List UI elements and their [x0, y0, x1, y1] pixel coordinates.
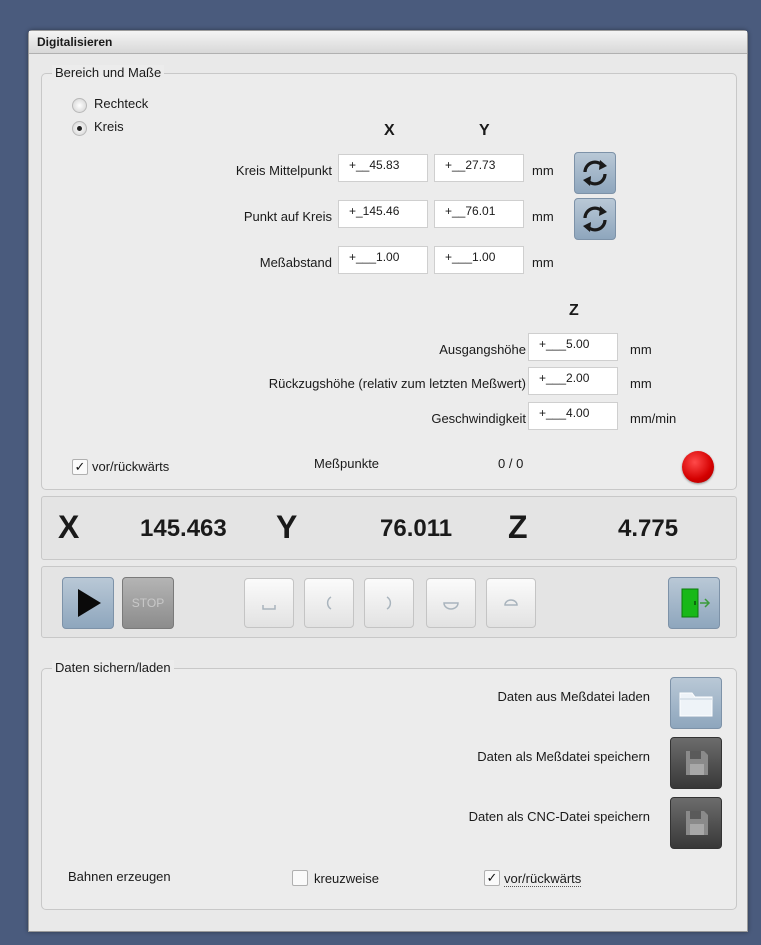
- folder-icon: [679, 692, 713, 717]
- save-cnc-file-label: Daten als CNC-Datei speichern: [468, 809, 650, 824]
- area-dimensions-group: Bereich und Maße Rechteck Kreis X Y Krei…: [41, 65, 737, 490]
- edge-bottom-button[interactable]: [244, 578, 294, 628]
- x-position-value: 145.463: [140, 515, 227, 542]
- position-display: X 145.463 Y 76.011 Z 4.775: [41, 496, 737, 560]
- point-on-circle-x-field[interactable]: +_145.46: [338, 200, 428, 228]
- circle-center-label: Kreis Mittelpunkt: [235, 163, 332, 178]
- measure-distance-x-field[interactable]: +___1.00: [338, 246, 428, 274]
- circle-center-y-field[interactable]: +__27.73: [434, 154, 524, 182]
- exit-door-icon: [681, 588, 711, 618]
- digitize-window: Digitalisieren Bereich und Maße Rechteck…: [28, 30, 748, 932]
- floppy-disk-icon: [686, 751, 708, 775]
- x-axis-label: X: [58, 509, 80, 545]
- radio-kreis[interactable]: [72, 121, 87, 136]
- refresh-circle-center-button[interactable]: [574, 152, 616, 194]
- status-indicator: [682, 451, 714, 483]
- circle-center-unit: mm: [532, 163, 554, 178]
- radio-rechteck-label[interactable]: Rechteck: [94, 96, 148, 111]
- data-save-load-group: Daten sichern/laden Daten aus Meßdatei l…: [41, 660, 737, 910]
- load-measure-file-button[interactable]: [670, 677, 722, 729]
- point-on-circle-y-field[interactable]: +__76.01: [434, 200, 524, 228]
- retract-height-label: Rückzugshöhe (relativ zum letzten Meßwer…: [268, 376, 526, 391]
- measure-distance-unit: mm: [532, 255, 554, 270]
- radio-rechteck[interactable]: [72, 98, 87, 113]
- save-cnc-file-button[interactable]: [670, 797, 722, 849]
- circle-center-x-field[interactable]: +__45.83: [338, 154, 428, 182]
- floppy-disk-icon: [686, 811, 708, 835]
- play-icon: [78, 589, 101, 617]
- start-button[interactable]: [62, 577, 114, 629]
- z-axis-label: Z: [508, 509, 528, 545]
- back-forth-checkbox[interactable]: ✓: [484, 870, 500, 886]
- start-height-label: Ausgangshöhe: [439, 342, 526, 357]
- column-z-header: Z: [569, 302, 579, 319]
- control-toolbar: STOP: [41, 566, 737, 638]
- stop-button[interactable]: STOP: [122, 577, 174, 629]
- z-position-value: 4.775: [618, 515, 679, 542]
- radio-kreis-label[interactable]: Kreis: [94, 119, 124, 134]
- speed-field[interactable]: +___4.00: [528, 402, 618, 430]
- edge-left-icon: [326, 596, 332, 610]
- exit-button[interactable]: [668, 577, 720, 629]
- refresh-point-on-circle-button[interactable]: [574, 198, 616, 240]
- measure-points-value: 0 / 0: [498, 456, 524, 471]
- column-x-header: X: [384, 122, 395, 139]
- edge-up-icon: [504, 599, 518, 606]
- point-on-circle-unit: mm: [532, 209, 554, 224]
- measure-distance-y-field[interactable]: +___1.00: [434, 246, 524, 274]
- window-title: Digitalisieren: [29, 31, 747, 54]
- crosswise-checkbox[interactable]: [292, 870, 308, 886]
- point-on-circle-label: Punkt auf Kreis: [243, 209, 332, 224]
- edge-down-button[interactable]: [426, 578, 476, 628]
- measure-points-label: Meßpunkte: [314, 456, 380, 471]
- start-height-unit: mm: [630, 342, 652, 357]
- column-y-header: Y: [479, 122, 490, 139]
- edge-down-icon: [443, 602, 459, 610]
- edge-right-button[interactable]: [364, 578, 414, 628]
- edge-left-button[interactable]: [304, 578, 354, 628]
- load-measure-file-label: Daten aus Meßdatei laden: [497, 689, 650, 704]
- area-group-title: Bereich und Maße: [52, 65, 165, 80]
- speed-label: Geschwindigkeit: [431, 411, 526, 426]
- edge-bottom-icon: [262, 605, 276, 610]
- edge-right-icon: [386, 596, 392, 610]
- save-measure-file-button[interactable]: [670, 737, 722, 789]
- direction-checkbox-label[interactable]: vor/rückwärts: [92, 459, 169, 474]
- measure-distance-label: Meßabstand: [259, 255, 332, 270]
- y-position-value: 76.011: [380, 515, 453, 542]
- refresh-icon: [583, 160, 607, 186]
- back-forth-checkbox-label[interactable]: vor/rückwärts: [504, 871, 582, 887]
- data-group-title: Daten sichern/laden: [52, 660, 174, 675]
- y-axis-label: Y: [276, 509, 298, 545]
- crosswise-checkbox-label[interactable]: kreuzweise: [314, 871, 379, 886]
- refresh-icon: [583, 206, 607, 232]
- save-measure-file-label: Daten als Meßdatei speichern: [477, 749, 650, 764]
- speed-unit: mm/min: [630, 411, 677, 426]
- direction-checkbox[interactable]: ✓: [72, 459, 88, 475]
- retract-height-unit: mm: [630, 376, 652, 391]
- retract-height-field[interactable]: +___2.00: [528, 367, 618, 395]
- edge-up-button[interactable]: [486, 578, 536, 628]
- generate-paths-label: Bahnen erzeugen: [68, 869, 171, 884]
- start-height-field[interactable]: +___5.00: [528, 333, 618, 361]
